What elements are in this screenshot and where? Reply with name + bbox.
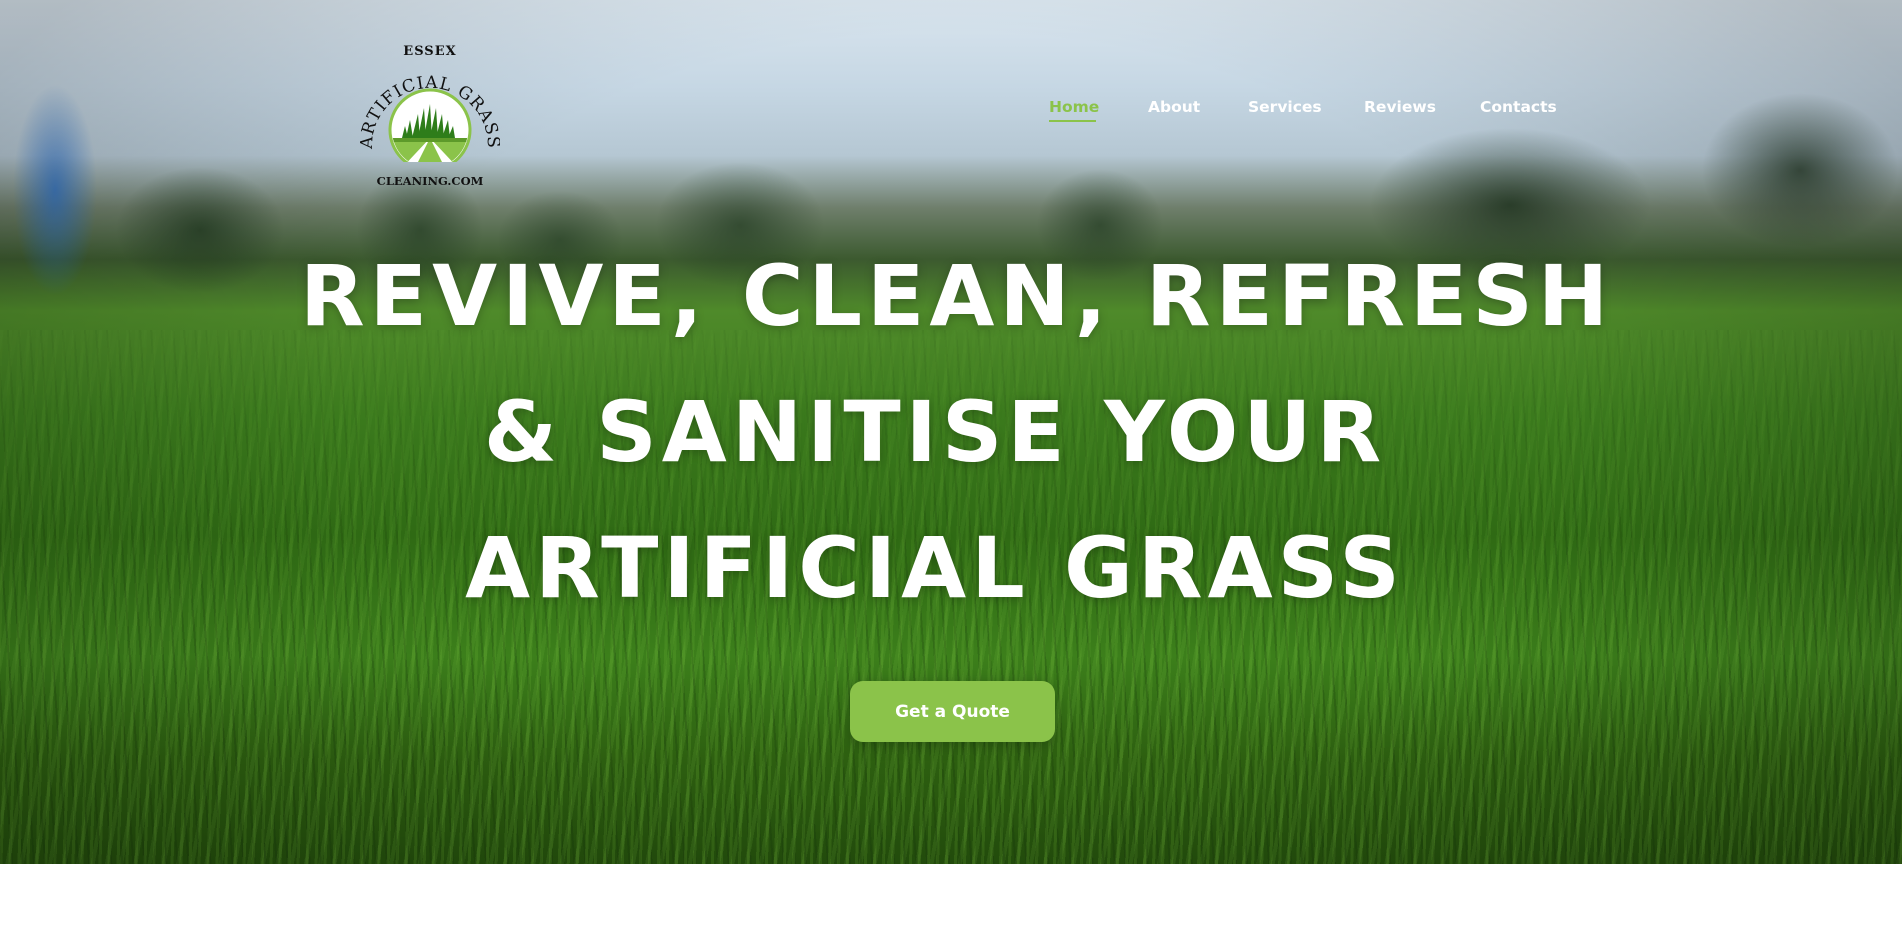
nav-item-about[interactable]: About — [1148, 98, 1200, 116]
headline-line-1: REVIVE, CLEAN, REFRESH — [300, 247, 1614, 345]
hero-section: ESSEX ARTIFICIAL GRASS — [0, 0, 1902, 864]
nav-item-contacts[interactable]: Contacts — [1480, 98, 1557, 116]
nav-item-label: Reviews — [1364, 98, 1436, 116]
headline-line-2: & SANITISE YOUR — [483, 383, 1387, 481]
logo-top-text: ESSEX — [403, 44, 457, 59]
logo-bottom-text: CLEANING.COM — [376, 174, 484, 188]
get-quote-button[interactable]: Get a Quote — [850, 681, 1055, 742]
nav-item-reviews[interactable]: Reviews — [1364, 98, 1436, 116]
nav-item-label: Home — [1049, 98, 1100, 116]
nav-item-home[interactable]: Home — [1049, 98, 1100, 122]
nav-item-label: About — [1148, 98, 1201, 116]
logo-emblem-icon: ARTIFICIAL GRASS — [360, 73, 500, 162]
hero-headline: REVIVE, CLEAN, REFRESH & SANITISE YOUR A… — [300, 228, 1614, 636]
nav-item-services[interactable]: Services — [1248, 98, 1322, 116]
headline-line-3: ARTIFICIAL GRASS — [465, 519, 1405, 617]
nav-item-label: Contacts — [1480, 98, 1557, 116]
site-logo[interactable]: ESSEX ARTIFICIAL GRASS — [360, 36, 500, 192]
nav-item-label: Services — [1248, 98, 1322, 116]
nav-active-underline — [1049, 120, 1096, 122]
